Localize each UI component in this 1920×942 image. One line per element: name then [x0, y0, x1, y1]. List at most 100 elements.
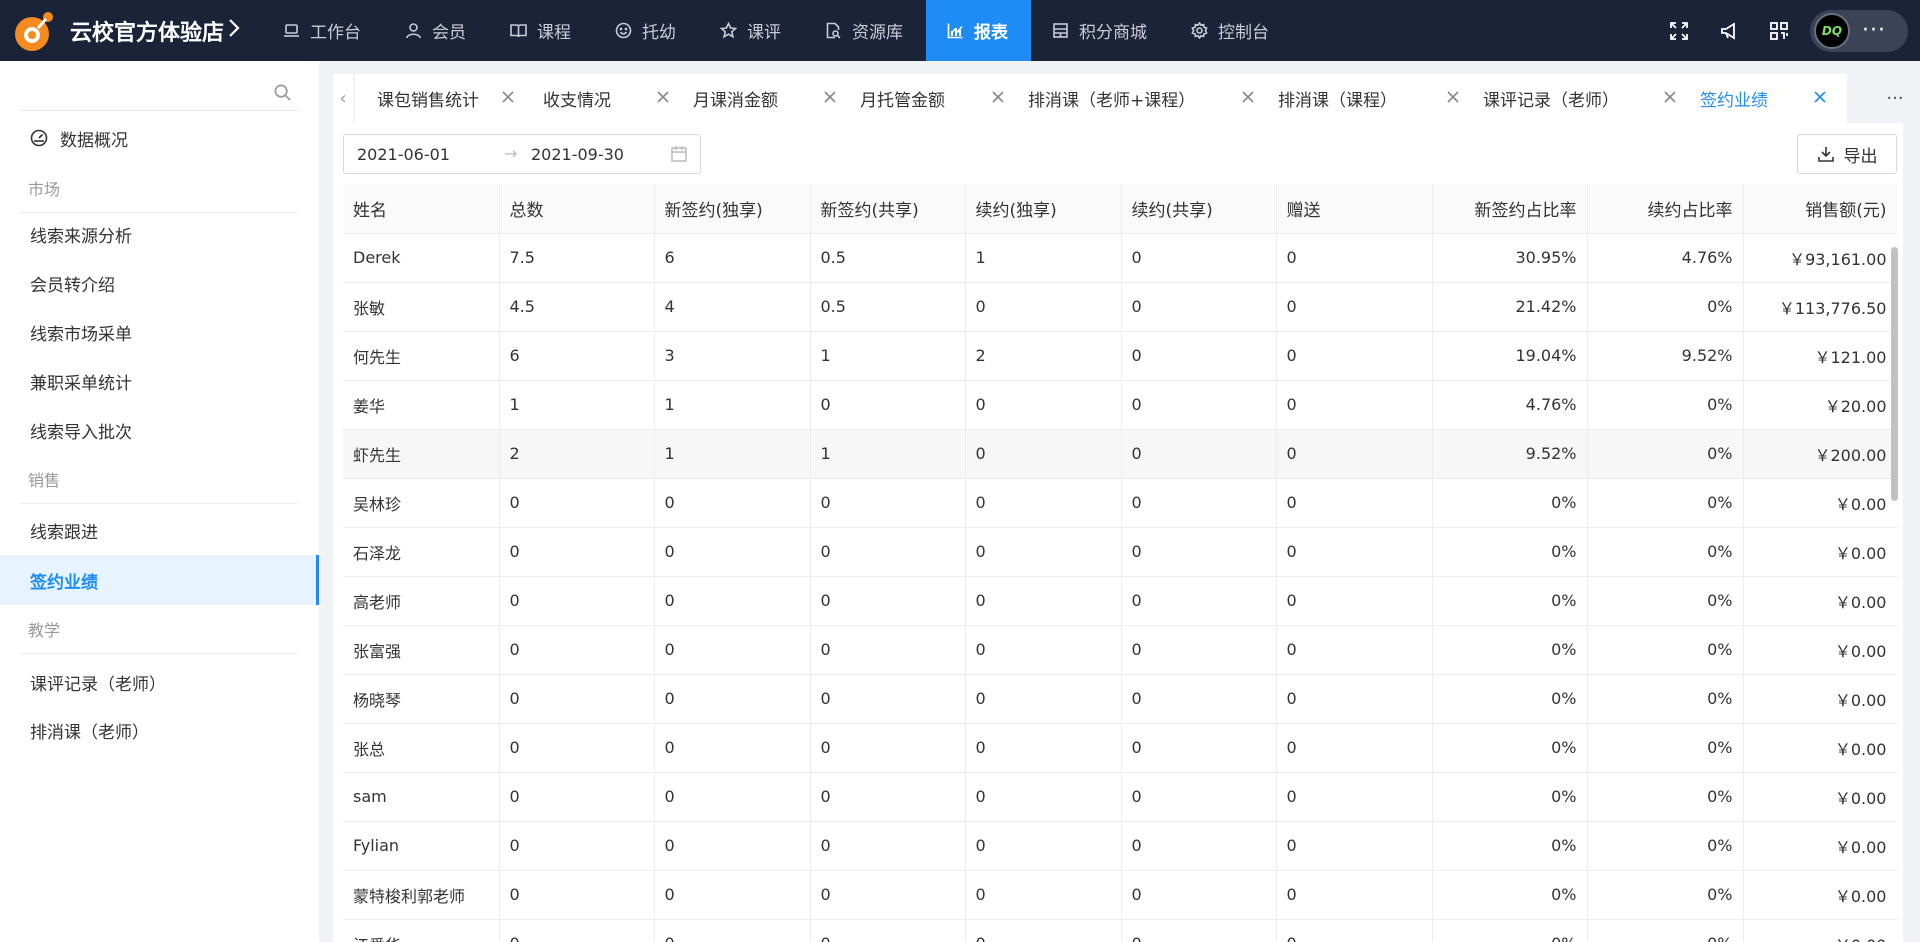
sidebar-item-4[interactable]: 线索市场采单 [0, 307, 319, 357]
sidebar-item-12[interactable]: 排消课（老师） [0, 705, 319, 755]
table-row[interactable]: 石泽龙 0 0 0 0 0 0 0% 0% ￥0.00 [343, 527, 1897, 577]
table-cell: 0 [1276, 233, 1433, 283]
sidebar-item-5[interactable]: 兼职采单统计 [0, 356, 319, 406]
column-header[interactable]: 姓名 [343, 184, 500, 234]
sidebar-item-8[interactable]: 线索跟进 [0, 505, 319, 555]
table-cell: 0% [1587, 625, 1744, 675]
tab-4[interactable]: 排消课（老师+课程） [1006, 74, 1275, 123]
table-cell: 0 [1121, 331, 1277, 381]
user-menu[interactable]: DQ ··· [1810, 9, 1908, 52]
avatar: DQ [1814, 12, 1850, 49]
close-icon[interactable] [1811, 88, 1829, 106]
table-cell: 0 [810, 527, 966, 577]
column-header[interactable]: 销售额(元) [1743, 184, 1897, 234]
table-row[interactable]: Derek 7.5 6 0.5 1 0 0 30.95% 4.76% ￥93,161.00 [343, 233, 1897, 283]
tab-2[interactable]: 月课消金额 [671, 74, 857, 123]
column-header[interactable]: 总数 [499, 184, 655, 234]
sales-table: 姓名 总数 新签约(独享) 新签约(共享) 续约(独享) 续约(共享) 赠送 新签约占比率 续约… [343, 184, 1897, 942]
nav-item-4[interactable]: 课评 [699, 0, 804, 61]
chart-icon [947, 23, 963, 39]
search-icon[interactable] [273, 83, 292, 102]
brand-title: 云校官方体验店 [70, 20, 225, 46]
end-date[interactable]: 2021-09-30 [531, 145, 624, 164]
table-row[interactable]: 高老师 0 0 0 0 0 0 0% 0% ￥0.00 [343, 576, 1897, 626]
sidebar-item-label: 会员转介绍 [30, 275, 115, 296]
close-icon[interactable] [654, 88, 672, 106]
nav-item-6[interactable]: 报表 [926, 0, 1031, 61]
table-cell: ￥0.00 [1743, 674, 1897, 724]
table-row[interactable]: 何先生 6 3 1 2 0 0 19.04% 9.52% ￥121.00 [343, 331, 1897, 381]
close-icon[interactable] [1444, 88, 1462, 106]
nav-item-0[interactable]: 工作台 [262, 0, 384, 61]
export-button[interactable]: 导出 [1797, 134, 1897, 174]
table-cell: 0 [499, 919, 655, 942]
sidebar-item-6[interactable]: 线索导入批次 [0, 405, 319, 455]
column-header[interactable]: 新签约占比率 [1432, 184, 1588, 234]
column-header[interactable]: 续约占比率 [1587, 184, 1744, 234]
sidebar-group-label: 教学 [20, 604, 298, 654]
table-cell: 张总 [343, 723, 500, 773]
nav-item-2[interactable]: 课程 [489, 0, 594, 61]
table-row[interactable]: 虾先生 2 1 1 0 0 0 9.52% 0% ￥200.00 [343, 429, 1897, 479]
table-cell: ￥113,776.50 [1743, 282, 1897, 332]
table-cell: 石泽龙 [343, 527, 500, 577]
table-row[interactable]: 姜华 1 1 0 0 0 0 4.76% 0% ￥20.00 [343, 380, 1897, 430]
nav-item-1[interactable]: 会员 [384, 0, 489, 61]
announcement-icon[interactable] [1704, 0, 1754, 61]
sidebar-item-11[interactable]: 课评记录（老师） [0, 657, 319, 707]
table-row[interactable]: Fylian 0 0 0 0 0 0 0% 0% ￥0.00 [343, 821, 1897, 871]
tab-5[interactable]: 排消课（课程） [1256, 74, 1480, 123]
vertical-scrollbar[interactable] [1891, 247, 1898, 501]
sidebar-item-0[interactable]: 数据概况 [0, 113, 319, 163]
table-row[interactable]: 吴林珍 0 0 0 0 0 0 0% 0% ￥0.00 [343, 478, 1897, 528]
start-date[interactable]: 2021-06-01 [357, 145, 450, 164]
close-icon[interactable] [1661, 88, 1679, 106]
column-header[interactable]: 续约(独享) [965, 184, 1122, 234]
shop-icon [1053, 23, 1068, 38]
nav-item-3[interactable]: 托幼 [594, 0, 699, 61]
table-cell: 0 [1121, 527, 1277, 577]
apps-icon[interactable] [1754, 0, 1804, 61]
column-header[interactable]: 赠送 [1276, 184, 1433, 234]
close-icon[interactable] [499, 88, 517, 106]
close-icon[interactable] [1239, 88, 1257, 106]
tab-label: 签约业绩 [1700, 91, 1768, 111]
sidebar-item-label: 排消课（老师） [30, 722, 149, 743]
sidebar-group-label: 销售 [20, 454, 298, 504]
report-panel: 2021-06-01 → 2021-09-30 导出 姓名 总数 新签约(独享) 新签… [333, 123, 1903, 942]
table-cell: 吴林珍 [343, 478, 500, 528]
tab-scroll-left-button[interactable]: ‹ [333, 74, 353, 123]
sidebar-item-3[interactable]: 会员转介绍 [0, 258, 319, 308]
column-header[interactable]: 新签约(共享) [810, 184, 966, 234]
tab-7[interactable]: 签约业绩 [1678, 74, 1847, 123]
table-row[interactable]: 杨晓琴 0 0 0 0 0 0 0% 0% ￥0.00 [343, 674, 1897, 724]
table-row[interactable]: 张敏 4.5 4 0.5 0 0 0 21.42% 0% ￥113,776.50 [343, 282, 1897, 332]
nav-item-5[interactable]: 资源库 [804, 0, 926, 61]
sidebar-item-2[interactable]: 线索来源分析 [0, 209, 319, 259]
table-row[interactable]: 蒙特梭利郭老师 0 0 0 0 0 0 0% 0% ￥0.00 [343, 870, 1897, 920]
tab-more-button[interactable]: ··· [1870, 74, 1920, 123]
table-row[interactable]: sam 0 0 0 0 0 0 0% 0% ￥0.00 [343, 772, 1897, 822]
tab-3[interactable]: 月托管金额 [838, 74, 1025, 123]
column-header[interactable]: 续约(共享) [1121, 184, 1277, 234]
table-row[interactable]: 江爱华0000000%0%￥0.00 [343, 919, 1897, 942]
table-row[interactable]: 张富强 0 0 0 0 0 0 0% 0% ￥0.00 [343, 625, 1897, 675]
table-cell: 0 [965, 282, 1122, 332]
tab-1[interactable]: 收支情况 [521, 74, 690, 123]
sidebar-group-label: 市场 [20, 163, 298, 213]
close-icon[interactable] [989, 88, 1007, 106]
sidebar-search-input[interactable] [20, 75, 260, 109]
tab-6[interactable]: 课评记录（老师） [1461, 74, 1697, 123]
sidebar-item-9[interactable]: 签约业绩 [0, 555, 319, 605]
table-row[interactable]: 张总 0 0 0 0 0 0 0% 0% ￥0.00 [343, 723, 1897, 773]
fullscreen-icon[interactable] [1654, 0, 1704, 61]
nav-item-8[interactable]: 控制台 [1170, 0, 1292, 61]
nav-item-7[interactable]: 积分商城 [1031, 0, 1170, 61]
column-header[interactable]: 新签约(独享) [654, 184, 811, 234]
tab-0[interactable]: 课包销售统计 [355, 74, 535, 123]
brand-switcher[interactable]: 云校官方体验店 [0, 0, 262, 61]
nav-item-label: 工作台 [310, 23, 361, 43]
close-icon[interactable] [821, 88, 839, 106]
date-range-picker[interactable]: 2021-06-01 → 2021-09-30 [343, 134, 701, 174]
table-cell: 0 [654, 625, 811, 675]
